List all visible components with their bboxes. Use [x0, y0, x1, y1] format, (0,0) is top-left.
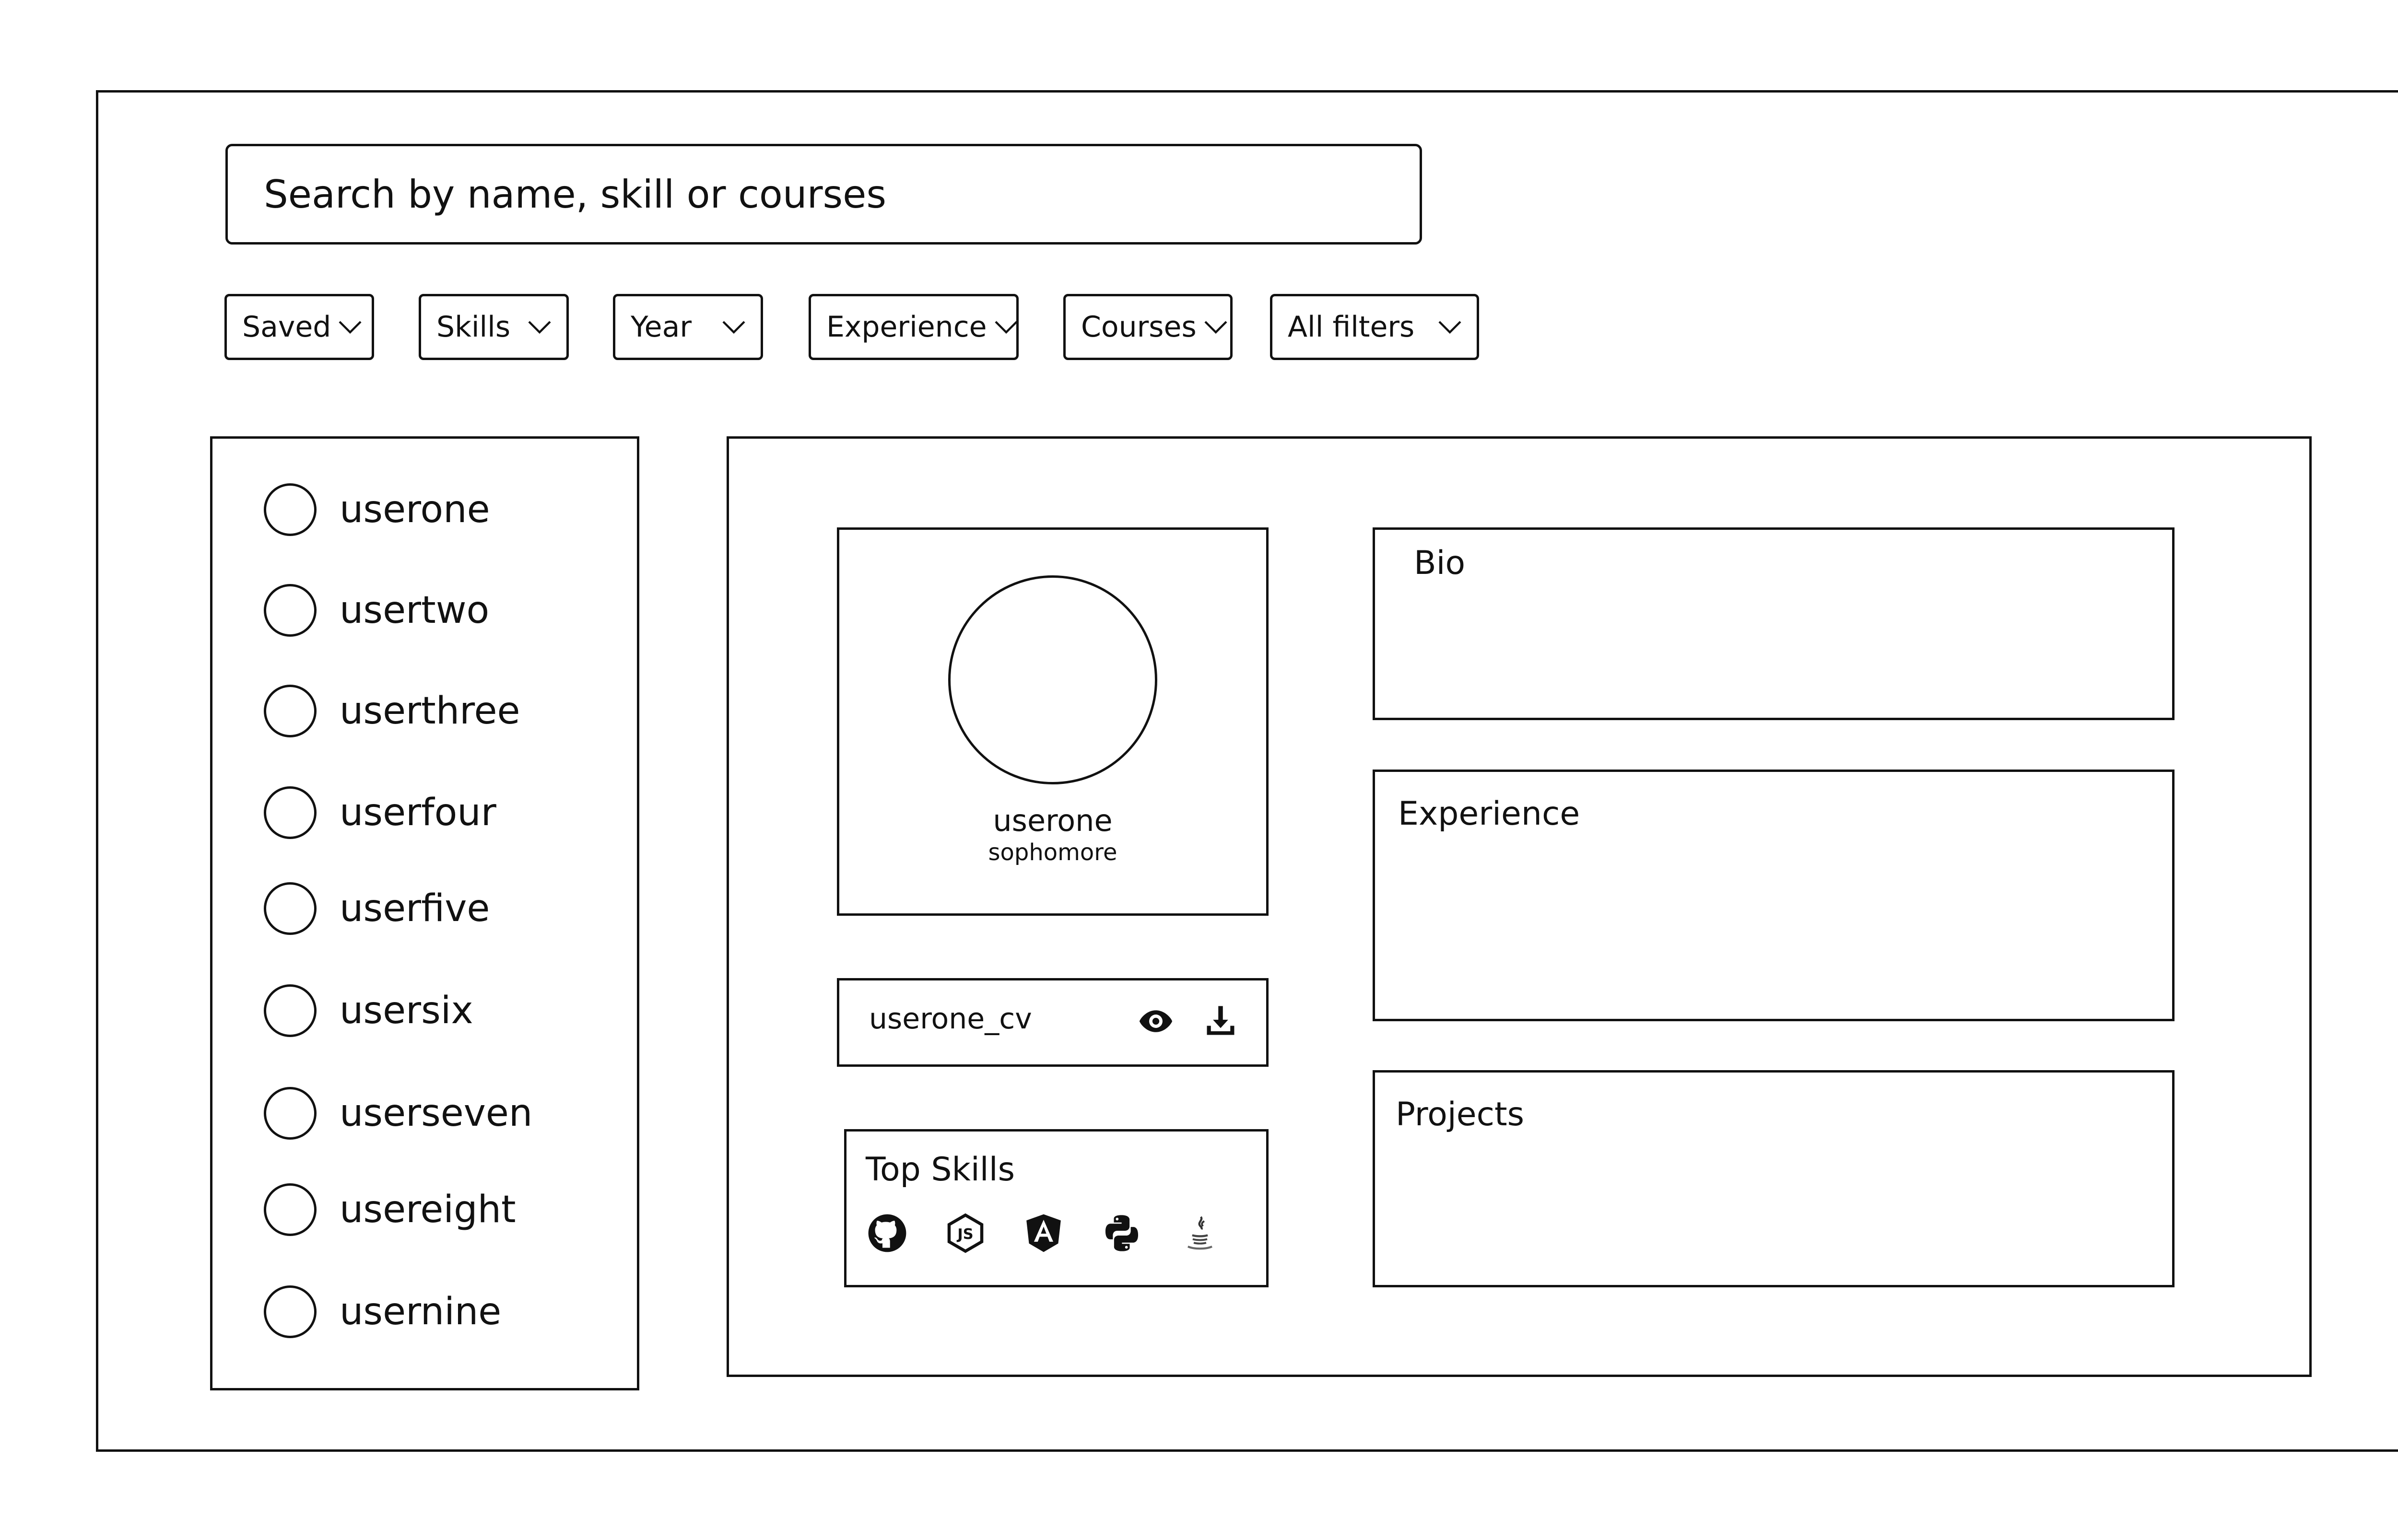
filter-skills[interactable]: Skills	[419, 294, 569, 360]
filter-saved-label: Saved	[242, 310, 331, 344]
user-radio[interactable]	[264, 786, 317, 839]
chevron-down-icon	[722, 321, 745, 334]
user-name: usereight	[340, 1188, 516, 1231]
list-item-userthree[interactable]: userthree	[264, 682, 520, 740]
user-name: usertwo	[340, 589, 490, 632]
filter-all-label: All filters	[1288, 310, 1415, 344]
list-item-usernine[interactable]: usernine	[264, 1283, 501, 1341]
filter-courses-label: Courses	[1081, 310, 1197, 344]
download-icon[interactable]	[1201, 1001, 1240, 1041]
svg-text:JS: JS	[956, 1226, 973, 1243]
user-radio[interactable]	[264, 1087, 317, 1140]
angular-icon	[1022, 1212, 1065, 1255]
avatar	[948, 575, 1157, 784]
user-radio[interactable]	[264, 984, 317, 1037]
filter-year-label: Year	[631, 310, 692, 344]
user-radio[interactable]	[264, 584, 317, 637]
python-icon	[1100, 1212, 1143, 1255]
user-name: usersix	[340, 989, 473, 1032]
user-name: usernine	[340, 1290, 502, 1333]
chevron-down-icon	[528, 321, 551, 334]
filter-courses[interactable]: Courses	[1063, 294, 1233, 360]
filter-skills-label: Skills	[436, 310, 511, 344]
user-name: userfour	[340, 791, 496, 834]
user-radio[interactable]	[264, 685, 317, 737]
filter-saved[interactable]: Saved	[224, 294, 374, 360]
user-radio[interactable]	[264, 882, 317, 935]
user-name: userthree	[340, 689, 520, 733]
bio-section	[1373, 527, 2175, 720]
chevron-down-icon	[1438, 321, 1461, 334]
list-item-userfive[interactable]: userfive	[264, 880, 490, 937]
list-item-userone[interactable]: userone	[264, 481, 490, 538]
top-skills-title: Top Skills	[866, 1151, 1015, 1189]
user-name: userseven	[340, 1092, 533, 1135]
profile-name: userone	[993, 803, 1113, 838]
list-item-userfour[interactable]: userfour	[264, 784, 496, 841]
nodejs-icon: JS	[944, 1212, 987, 1255]
user-name: userfive	[340, 887, 490, 930]
user-radio[interactable]	[264, 1285, 317, 1338]
java-icon	[1178, 1212, 1222, 1255]
github-icon	[866, 1212, 909, 1255]
list-item-usersix[interactable]: usersix	[264, 982, 473, 1039]
chevron-down-icon	[1204, 321, 1227, 334]
filter-experience-label: Experience	[826, 310, 987, 344]
projects-title: Projects	[1396, 1096, 1525, 1133]
search-input[interactable]	[225, 144, 1422, 245]
filter-year[interactable]: Year	[613, 294, 763, 360]
eye-icon[interactable]	[1137, 1002, 1175, 1040]
profile-year: sophomore	[988, 839, 1117, 866]
list-item-usertwo[interactable]: usertwo	[264, 582, 489, 639]
user-name: userone	[340, 488, 490, 531]
chevron-down-icon	[995, 321, 1018, 334]
filter-experience[interactable]: Experience	[809, 294, 1019, 360]
bio-title: Bio	[1414, 544, 1466, 582]
list-item-usereight[interactable]: usereight	[264, 1181, 516, 1238]
filter-all[interactable]: All filters	[1270, 294, 1479, 360]
cv-filename: userone_cv	[869, 1002, 1032, 1036]
experience-title: Experience	[1398, 795, 1580, 833]
list-item-userseven[interactable]: userseven	[264, 1085, 532, 1142]
user-radio[interactable]	[264, 1183, 317, 1236]
user-radio[interactable]	[264, 483, 317, 536]
chevron-down-icon	[339, 321, 362, 334]
